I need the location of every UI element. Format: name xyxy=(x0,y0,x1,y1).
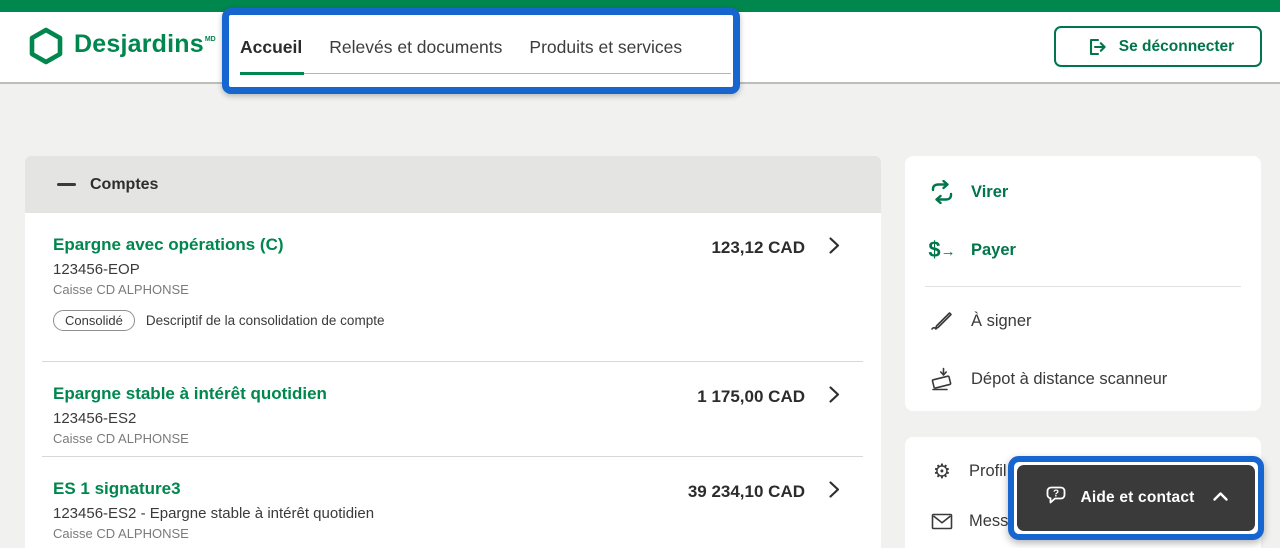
accounts-section-header[interactable]: Comptes xyxy=(25,156,881,213)
envelope-icon xyxy=(928,513,956,530)
transfer-label: Virer xyxy=(971,183,1008,202)
account-institution: Caisse CD ALPHONSE xyxy=(53,431,327,446)
account-row-epargne-stable: Epargne stable à intérêt quotidien 12345… xyxy=(25,362,881,457)
help-contact-highlight-box: ? Aide et contact xyxy=(1008,456,1264,540)
account-row-es1-signature3: ES 1 signature3 123456-ES2 - Epargne sta… xyxy=(25,457,881,548)
scanner-deposit-icon xyxy=(928,367,956,391)
account-balance: 1 175,00 CAD xyxy=(697,387,805,407)
logout-button[interactable]: Se déconnecter xyxy=(1054,26,1262,67)
logout-label: Se déconnecter xyxy=(1119,38,1234,56)
account-row-link[interactable]: Epargne stable à intérêt quotidien 12345… xyxy=(53,384,841,446)
help-contact-button[interactable]: ? Aide et contact xyxy=(1017,465,1255,531)
pay-label: Payer xyxy=(971,241,1016,260)
account-row-link[interactable]: ES 1 signature3 123456-ES2 - Epargne sta… xyxy=(53,479,841,541)
desjardins-logo[interactable]: Desjardins MD xyxy=(28,24,216,68)
remote-deposit-label: Dépot à distance scanneur xyxy=(971,370,1167,389)
main-nav-highlight-box: Accueil Relevés et documents Produits et… xyxy=(222,8,740,94)
account-number: 123456-ES2 - Epargne stable à intérêt qu… xyxy=(53,505,374,522)
logout-icon xyxy=(1082,36,1110,58)
gear-icon: ⚙ xyxy=(928,461,956,481)
to-sign-action[interactable]: À signer xyxy=(905,292,1261,350)
chevron-right-icon[interactable] xyxy=(828,236,841,260)
chevron-right-icon[interactable] xyxy=(828,385,841,409)
main-nav: Accueil Relevés et documents Produits et… xyxy=(229,15,733,87)
brand-trademark: MD xyxy=(205,36,216,43)
svg-text:?: ? xyxy=(1053,488,1059,499)
account-name[interactable]: Epargne avec opérations (C) xyxy=(53,235,384,255)
chevron-up-icon xyxy=(1212,489,1229,507)
collapse-minus-icon xyxy=(57,183,76,186)
sidebar-divider xyxy=(925,286,1241,287)
nav-tab-releves-et-documents[interactable]: Relevés et documents xyxy=(329,37,502,58)
nav-active-underline xyxy=(240,72,304,75)
pay-action[interactable]: $ → Payer xyxy=(905,221,1261,279)
accounts-section-title: Comptes xyxy=(90,176,158,194)
chevron-right-icon[interactable] xyxy=(828,480,841,504)
to-sign-label: À signer xyxy=(971,312,1032,331)
nav-tab-accueil[interactable]: Accueil xyxy=(240,37,302,58)
account-name[interactable]: ES 1 signature3 xyxy=(53,479,374,499)
consolidated-badge-description: Descriptif de la consolidation de compte xyxy=(146,313,385,328)
consolidated-badge: Consolidé xyxy=(53,310,135,331)
nav-tab-produits-et-services[interactable]: Produits et services xyxy=(529,37,682,58)
account-balance: 39 234,10 CAD xyxy=(688,482,805,502)
help-bubble-icon: ? xyxy=(1043,484,1069,512)
account-number: 123456-EOP xyxy=(53,261,384,278)
transfer-icon xyxy=(928,180,956,204)
account-number: 123456-ES2 xyxy=(53,410,327,427)
desjardins-hexagon-icon xyxy=(28,24,64,70)
account-institution: Caisse CD ALPHONSE xyxy=(53,526,374,541)
account-row-epargne-avec-operations: Epargne avec opérations (C) 123456-EOP C… xyxy=(25,213,881,362)
account-institution: Caisse CD ALPHONSE xyxy=(53,282,384,297)
desjardins-banking-page: Desjardins MD Accueil Relevés et documen… xyxy=(0,0,1280,548)
quick-actions-card: Virer $ → Payer À signer xyxy=(905,156,1261,411)
nav-baseline xyxy=(240,73,731,74)
accounts-card: Comptes Epargne avec opérations (C) 1234… xyxy=(25,156,881,548)
account-balance: 123,12 CAD xyxy=(711,238,805,258)
account-row-link[interactable]: Epargne avec opérations (C) 123456-EOP C… xyxy=(53,235,841,331)
brand-wordmark: Desjardins xyxy=(74,24,204,64)
pay-icon: $ → xyxy=(928,237,956,263)
remote-deposit-action[interactable]: Dépot à distance scanneur xyxy=(905,350,1261,408)
signature-icon xyxy=(928,310,956,332)
help-contact-label: Aide et contact xyxy=(1080,489,1194,507)
account-name[interactable]: Epargne stable à intérêt quotidien xyxy=(53,384,327,404)
transfer-action[interactable]: Virer xyxy=(905,163,1261,221)
